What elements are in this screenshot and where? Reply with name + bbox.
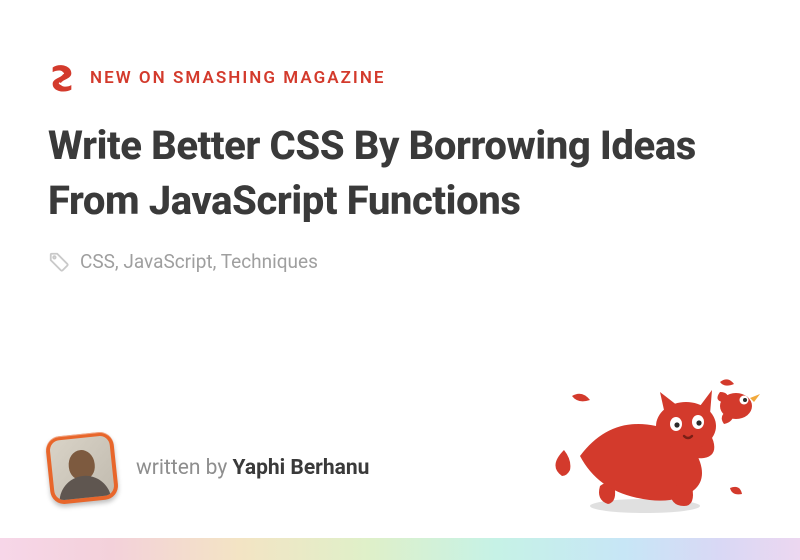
rainbow-border xyxy=(0,538,800,560)
smashing-logo-icon xyxy=(48,64,76,92)
card-content: NEW ON SMASHING MAGAZINE Write Better CS… xyxy=(0,0,800,273)
kicker-text: NEW ON SMASHING MAGAZINE xyxy=(90,68,386,88)
author-name: Yaphi Berhanu xyxy=(233,456,370,480)
author-avatar xyxy=(45,431,120,506)
tag-icon xyxy=(48,251,70,273)
tags-text: CSS, JavaScript, Techniques xyxy=(80,250,318,273)
tags-row: CSS, JavaScript, Techniques xyxy=(48,250,752,273)
article-card: NEW ON SMASHING MAGAZINE Write Better CS… xyxy=(0,0,800,560)
byline-row: written by Yaphi Berhanu xyxy=(48,434,369,502)
article-title: Write Better CSS By Borrowing Ideas From… xyxy=(48,118,728,228)
byline-text: written by Yaphi Berhanu xyxy=(136,456,369,480)
byline-prefix: written by xyxy=(136,456,233,480)
mascot-illustration xyxy=(550,368,770,518)
kicker-row: NEW ON SMASHING MAGAZINE xyxy=(48,64,752,92)
